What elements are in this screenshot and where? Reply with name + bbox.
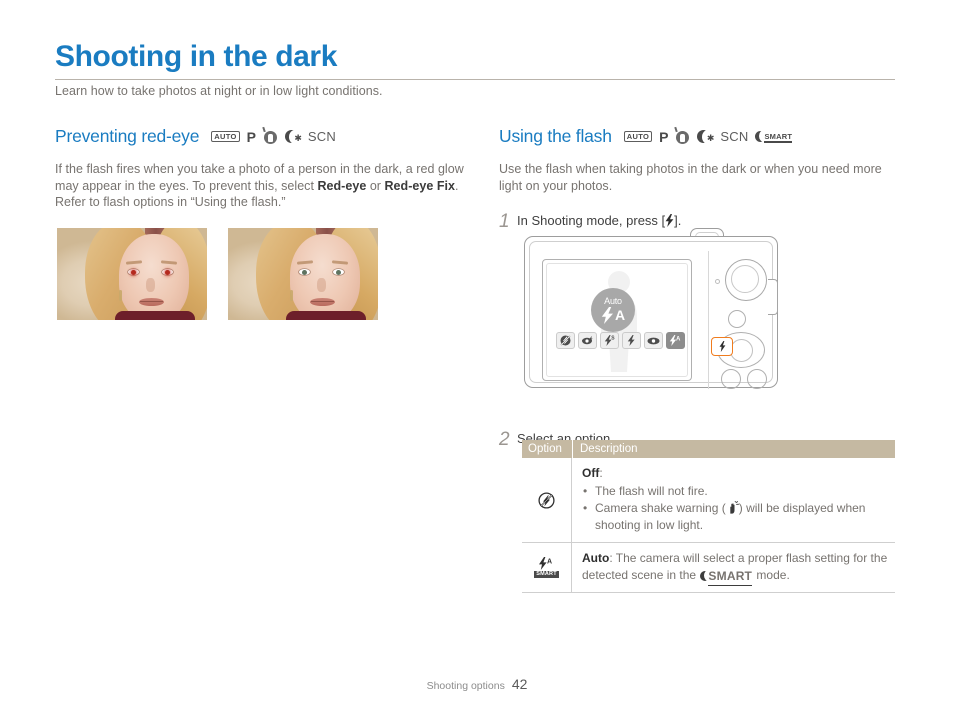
svg-text:A: A (676, 336, 681, 342)
camera-panel-divider (708, 251, 709, 389)
step-1-text-after: ]. (674, 213, 682, 228)
mode-night-icon: ✱ (697, 129, 714, 144)
term-red-eye: Red-eye (317, 178, 367, 193)
mode-dual-is-icon (262, 126, 278, 144)
bullet-text-before: Camera shake warning ( (595, 501, 726, 515)
auto-letter: A (614, 307, 626, 323)
option-off-bullets: The flash will not fire. Camera shake wa… (582, 483, 889, 534)
auto-flash-option[interactable]: A (666, 332, 685, 349)
photo-with-red-eye (57, 228, 207, 320)
page-subtitle: Learn how to take photos at night or in … (55, 84, 383, 98)
mode-scene-icon: SCN (720, 129, 749, 144)
right-mode-icons: AUTO P ✱ SCN SMART (623, 126, 792, 145)
camera-illustration: Auto A S A (524, 228, 778, 389)
option-title-auto-text: Auto (582, 551, 610, 565)
option-title-off-suffix: : (599, 466, 603, 480)
photo-red-eye-corrected (228, 228, 378, 320)
camera-indicator-lamp (715, 279, 720, 284)
left-column: Preventing red-eye AUTO P ✱ SCN If the f… (55, 126, 475, 211)
flash-option-row: S A (556, 332, 685, 349)
page-number: 42 (511, 676, 528, 692)
flash-options-table: Option Description Off: The flash will n… (522, 440, 895, 593)
right-section-heading: Using the flash (499, 126, 612, 146)
page-footer: Shooting options 42 (0, 676, 954, 694)
smart-label: SMART (764, 132, 793, 143)
table-cell-description: Off: The flash will not fire. Camera sha… (572, 458, 895, 542)
red-eye-fix-option[interactable] (644, 332, 663, 349)
mode-dual-is-icon (674, 126, 690, 144)
mode-program-icon: P (659, 128, 669, 145)
left-section-header: Preventing red-eye AUTO P ✱ SCN (55, 126, 475, 147)
flash-auto-badge: Auto A (591, 288, 635, 332)
footer-section-label: Shooting options (426, 680, 505, 692)
flash-off-option[interactable] (556, 332, 575, 349)
svg-text:S: S (611, 336, 615, 342)
table-cell-description: Auto: The camera will select a proper fl… (572, 543, 895, 592)
list-item: The flash will not fire. (582, 483, 889, 500)
camera-menu-button[interactable] (728, 310, 746, 328)
step-1-number: 1 (499, 211, 510, 232)
title-divider (55, 79, 895, 80)
camera-side-nub (768, 279, 778, 315)
mode-scene-icon: SCN (307, 129, 336, 144)
table-header-description: Description (580, 443, 638, 455)
camera-flash-button[interactable] (711, 337, 733, 356)
camera-mode-dial[interactable] (725, 259, 767, 301)
flash-icon (665, 214, 674, 227)
flash-auto-badge-label: Auto (604, 295, 622, 306)
camera-playback-button[interactable] (721, 369, 741, 389)
camera-lcd-screen: Auto A S A (542, 259, 692, 381)
page-header: Shooting in the dark (55, 40, 895, 80)
flash-auto-badge-symbol: A (601, 306, 626, 324)
left-paragraph-part-3: or (366, 178, 385, 193)
smart-inline-label: SMART (708, 568, 753, 586)
option-auto-body-after: mode. (753, 568, 790, 582)
smart-sublabel: SMART (534, 570, 559, 578)
mode-program-icon: P (246, 128, 256, 145)
mode-auto-icon: AUTO (623, 130, 653, 143)
shake-icon (726, 499, 739, 514)
step-1-text-before: In Shooting mode, press [ (517, 213, 666, 228)
red-eye-option[interactable] (578, 332, 597, 349)
page-title: Shooting in the dark (55, 40, 337, 73)
mode-auto-icon: AUTO (211, 130, 240, 143)
mode-smart-auto-icon: SMART (755, 130, 792, 144)
list-item: Camera shake warning () will be displaye… (582, 500, 889, 534)
left-mode-icons: AUTO P ✱ SCN (211, 126, 336, 145)
left-paragraph: If the flash fires when you take a photo… (55, 161, 475, 211)
step-2-number: 2 (499, 429, 510, 450)
table-row: A SMART Auto: The camera will select a p… (522, 543, 895, 593)
example-photos (57, 228, 378, 320)
option-title-off: Off: (582, 465, 889, 482)
right-paragraph: Use the flash when taking photos in the … (499, 162, 882, 193)
right-column: Using the flash AUTO P ✱ SCN SMART Use t… (499, 126, 899, 231)
camera-function-button[interactable] (747, 369, 767, 389)
manual-page: Shooting in the dark Learn how to take p… (0, 0, 954, 720)
option-auto-description: Auto: The camera will select a proper fl… (582, 550, 889, 586)
table-row: Off: The flash will not fire. Camera sha… (522, 458, 895, 543)
slow-sync-option[interactable]: S (600, 332, 619, 349)
fill-in-option[interactable] (622, 332, 641, 349)
term-red-eye-fix: Red-eye Fix (384, 178, 455, 193)
smart-icon: SMART (700, 568, 753, 586)
option-title-off-text: Off (582, 466, 600, 480)
camera-body: Auto A S A (524, 236, 778, 389)
smart-auto-flash-icon: A SMART (522, 543, 572, 592)
mode-night-icon: ✱ (284, 129, 302, 144)
right-section-header: Using the flash AUTO P ✱ SCN SMART (499, 126, 899, 147)
svg-text:A: A (547, 559, 552, 566)
table-header-row: Option Description (522, 440, 895, 458)
flash-off-icon (522, 458, 572, 542)
left-section-heading: Preventing red-eye (55, 126, 200, 146)
table-header-option: Option (528, 443, 562, 455)
